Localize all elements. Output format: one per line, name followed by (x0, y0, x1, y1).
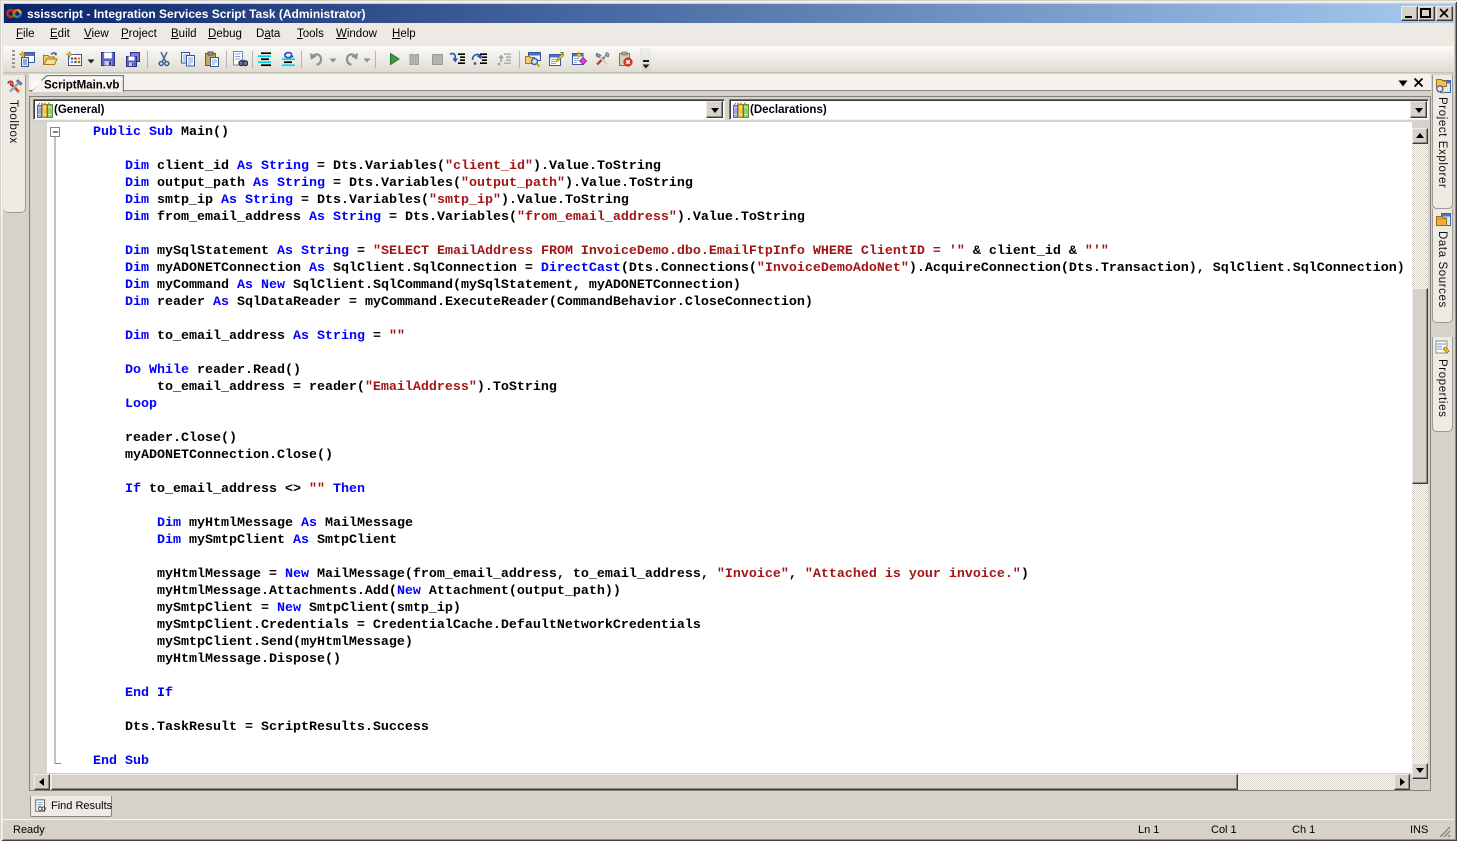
svg-text:ScriptMain.vb: ScriptMain.vb (44, 80, 119, 92)
